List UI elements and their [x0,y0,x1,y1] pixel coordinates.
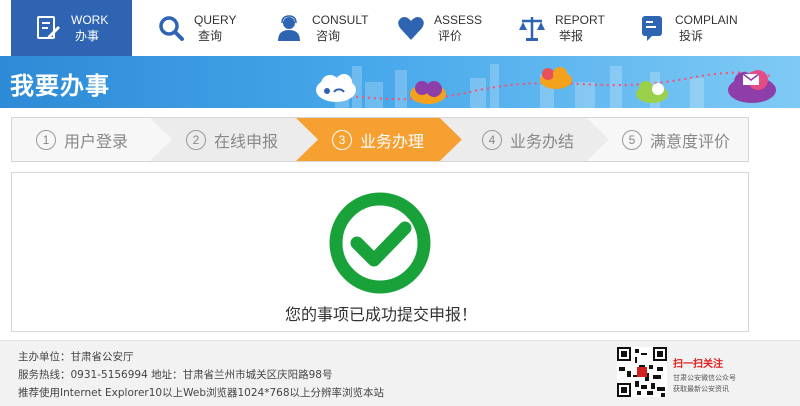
step-progress: 1 用户登录 2 在线申报 3 业务办理 4 业务办结 5 满意度评价 [11,117,749,162]
step-label: 业务办结 [510,131,575,151]
cloud-chat-icon [540,67,572,89]
step-online-apply: 2 在线申报 [186,118,278,161]
cloud-rss-icon [410,81,446,104]
heart-icon [396,13,426,43]
qr-code-icon [617,347,667,397]
step-number: 1 [36,129,56,150]
follow-line-1: 甘肃公安微信公众号 [673,374,736,382]
nav-en-label: ASSESS [434,13,483,27]
result-panel: 您的事项已成功提交申报！ [11,172,749,332]
nav-cn-label: 举报 [559,29,584,43]
cloud-wifi-icon [316,74,356,102]
step-number: 5 [622,129,642,150]
footer-host: 主办单位：甘肃省公安厅 [18,351,134,363]
step-label: 满意度评价 [650,131,731,151]
step-processing: 3 业务办理 [332,118,424,161]
banner: 我要办事 [0,56,800,108]
nav-cn-label: 投诉 [679,29,704,43]
step-label: 用户登录 [64,131,129,151]
nav-item-work[interactable]: WORK 办事 [11,0,132,56]
nav-item-assess[interactable]: ASSESS 评价 [396,0,482,56]
step-number: 2 [186,129,206,150]
step-completed: 4 业务办结 [482,118,574,161]
search-icon [156,13,186,43]
step-number: 3 [332,129,352,150]
follow-line-2: 获取最新公安资讯 [673,385,729,393]
nav-en-label: REPORT [555,13,605,27]
step-login: 1 用户登录 [36,118,128,161]
nav-en-label: COMPLAIN [675,13,738,27]
footer-contact: 服务热线：0931-5156994 地址：甘肃省兰州市城关区庆阳路98号 [18,369,333,381]
edit-document-icon [33,13,63,43]
nav-cn-label: 咨询 [316,29,341,43]
nav-item-consult[interactable]: CONSULT 咨询 [274,0,368,56]
nav-en-label: WORK [71,13,109,27]
success-message: 您的事项已成功提交申报！ [284,305,477,324]
speech-document-icon [637,13,667,43]
footer: 主办单位：甘肃省公安厅 服务热线：0931-5156994 地址：甘肃省兰州市城… [0,340,800,406]
nav-item-query[interactable]: QUERY 查询 [156,0,236,56]
follow-block: 扫一扫关注 甘肃公安微信公众号 获取最新公安资讯 [673,355,736,394]
nav-en-label: CONSULT [312,13,369,27]
step-satisfaction: 5 满意度评价 [622,118,730,161]
step-label: 在线申报 [214,131,279,151]
nav-cn-label: 办事 [75,29,100,43]
top-nav: WORK 办事 QUERY 查询 CONSULT 咨询 ASSESS 评价 REPORT [0,0,800,56]
check-circle-icon [329,192,431,294]
person-headset-icon [274,13,304,43]
step-number: 4 [482,129,502,150]
follow-title: 扫一扫关注 [673,359,723,370]
banner-illustration [316,64,776,108]
nav-cn-label: 查询 [198,29,223,43]
balance-scale-icon [517,13,547,43]
step-label: 业务办理 [360,131,425,151]
nav-item-report[interactable]: REPORT 举报 [517,0,605,56]
footer-browser-note: 推荐使用Internet Explorer10以上Web浏览器1024*768以… [18,387,385,399]
nav-item-complain[interactable]: COMPLAIN 投诉 [637,0,738,56]
banner-title: 我要办事 [10,72,110,100]
nav-en-label: QUERY [194,13,237,27]
page: WORK 办事 QUERY 查询 CONSULT 咨询 ASSESS 评价 REPORT [0,0,800,406]
nav-cn-label: 评价 [438,29,463,43]
